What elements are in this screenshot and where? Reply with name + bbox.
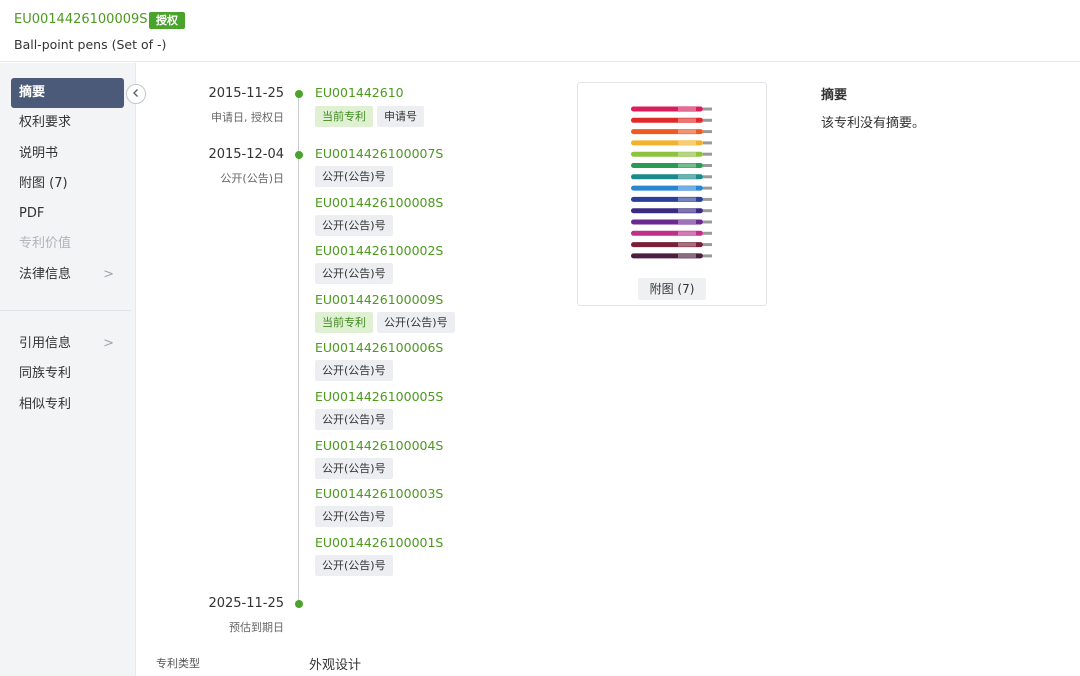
pen-tip — [703, 243, 712, 247]
entry-tag: 公开(公告)号 — [315, 506, 393, 528]
publication-number-link[interactable]: EU0014426100002S — [315, 243, 443, 258]
pen-tip — [703, 220, 712, 224]
sidebar-item: 专利价值 — [11, 229, 124, 259]
entry-tag: 公开(公告)号 — [315, 457, 393, 479]
pen-grip — [678, 118, 696, 123]
entry-tag: 公开(公告)号 — [377, 311, 455, 333]
pen-tip — [703, 118, 712, 122]
publication-id[interactable]: EU0014426100009S — [14, 12, 148, 27]
sidebar-item[interactable]: 相似专利 — [11, 390, 124, 420]
publication-number-link[interactable]: EU0014426100009S — [315, 292, 443, 307]
pen-tip — [703, 175, 712, 179]
sidebar-item[interactable]: 说明书 — [11, 139, 124, 169]
status-badge: 授权 — [149, 12, 185, 29]
entry-tag: 公开(公告)号 — [315, 554, 393, 576]
pen-grip — [678, 129, 696, 134]
chevron-right-icon: > — [103, 267, 114, 282]
pen-grip — [678, 140, 696, 145]
publication-number-link[interactable]: EU0014426100005S — [315, 389, 443, 404]
sidebar-item[interactable]: 附图 (7) — [11, 169, 124, 199]
pen-tip — [703, 231, 712, 235]
patent-header: EU0014426100009S 授权 Ball-point pens (Set… — [0, 0, 1080, 62]
pen-tip — [703, 254, 712, 258]
sidebar-item[interactable]: PDF — [11, 199, 124, 229]
pen-grip — [678, 208, 696, 213]
timeline-date-label: 公开(公告)日 — [220, 172, 284, 185]
timeline-date: 2025-11-25 — [208, 596, 284, 611]
sidebar-item-label: 附图 (7) — [19, 176, 68, 191]
sidebar-divider — [0, 310, 131, 311]
timeline-dot — [294, 90, 303, 98]
timeline-date-label: 申请日, 授权日 — [211, 111, 284, 124]
pen-tip — [703, 209, 712, 213]
timeline-date-label: 预估到期日 — [229, 621, 284, 634]
sidebar-item-label: 相似专利 — [19, 397, 72, 412]
entry-tag: 公开(公告)号 — [315, 409, 393, 430]
sidebar-item-label: 权利要求 — [19, 115, 72, 130]
publication-number-link[interactable]: EU0014426100001S — [315, 535, 443, 550]
entry-tag: 公开(公告)号 — [315, 360, 393, 382]
patent-type-value: 外观设计 — [309, 658, 362, 673]
sidebar: 摘要权利要求说明书附图 (7) PDF 专利价值法律信息 > 引用信息 > 同族专利相似专利 — [0, 63, 136, 676]
sidebar-item[interactable]: 权利要求 — [11, 108, 124, 138]
collapse-sidebar-button[interactable] — [126, 84, 146, 104]
patent-type-label: 专利类型 — [156, 657, 200, 670]
abstract-title: 摘要 — [821, 88, 848, 103]
entry-tag: 公开(公告)号 — [315, 214, 393, 236]
pen-grip — [678, 186, 696, 191]
sidebar-item-label: PDF — [19, 206, 45, 221]
pen-grip — [678, 197, 696, 202]
entry-tag: 申请号 — [377, 106, 424, 127]
publication-number-link[interactable]: EU0014426100006S — [315, 340, 443, 355]
application-number-link[interactable]: EU001442610 — [315, 85, 404, 100]
sidebar-item-label: 法律信息 — [19, 267, 72, 282]
timeline-date: 2015-11-25 — [208, 86, 284, 101]
timeline-date: 2015-12-04 — [208, 147, 284, 162]
abstract-text: 该专利没有摘要。 — [821, 116, 926, 131]
sidebar-item[interactable]: 同族专利 — [11, 359, 124, 389]
timeline-dot — [294, 600, 303, 608]
pen-tip — [703, 164, 712, 167]
pen-tip — [703, 130, 712, 134]
pen-tip — [703, 197, 712, 201]
entry-tag: 公开(公告)号 — [315, 166, 393, 187]
chevron-right-icon: > — [103, 336, 114, 351]
publication-number-link[interactable]: EU0014426100008S — [315, 195, 443, 210]
pen-grip — [678, 253, 696, 258]
publication-number-link[interactable]: EU0014426100007S — [315, 146, 443, 161]
publication-number-link[interactable]: EU0014426100003S — [315, 486, 443, 501]
sidebar-item-label: 专利价值 — [19, 236, 72, 251]
pen-grip — [678, 242, 696, 247]
timeline-dot — [294, 151, 303, 159]
timeline-line — [298, 93, 299, 604]
pen-tip — [703, 107, 712, 111]
pen-grip — [678, 152, 696, 157]
sidebar-item-label: 说明书 — [19, 146, 59, 161]
figure-image — [631, 106, 712, 259]
sidebar-item[interactable]: 法律信息 > — [11, 260, 124, 290]
sidebar-item-label: 摘要 — [19, 85, 46, 100]
pen-tip — [703, 141, 712, 145]
entry-tag: 当前专利 — [315, 106, 373, 127]
sidebar-item[interactable]: 摘要 — [11, 78, 124, 108]
pen-grip — [678, 174, 696, 179]
pen-grip — [678, 107, 696, 111]
figure-button[interactable]: 附图 (7) — [638, 278, 706, 300]
pen-tip — [703, 186, 712, 190]
pen-tip — [703, 152, 712, 156]
sidebar-item[interactable]: 引用信息 > — [11, 329, 124, 359]
patent-title: Ball-point pens (Set of -) — [14, 37, 167, 52]
entry-tag: 当前专利 — [315, 311, 373, 333]
pen-grip — [678, 220, 696, 224]
entry-tag: 公开(公告)号 — [315, 263, 393, 285]
sidebar-item-label: 同族专利 — [19, 366, 72, 381]
sidebar-item-label: 引用信息 — [19, 336, 72, 351]
pen-grip — [678, 231, 696, 236]
chevron-left-icon — [133, 89, 138, 97]
figure-card[interactable]: 附图 (7) — [577, 82, 767, 306]
pen-grip — [678, 163, 696, 168]
publication-number-link[interactable]: EU0014426100004S — [315, 438, 443, 453]
